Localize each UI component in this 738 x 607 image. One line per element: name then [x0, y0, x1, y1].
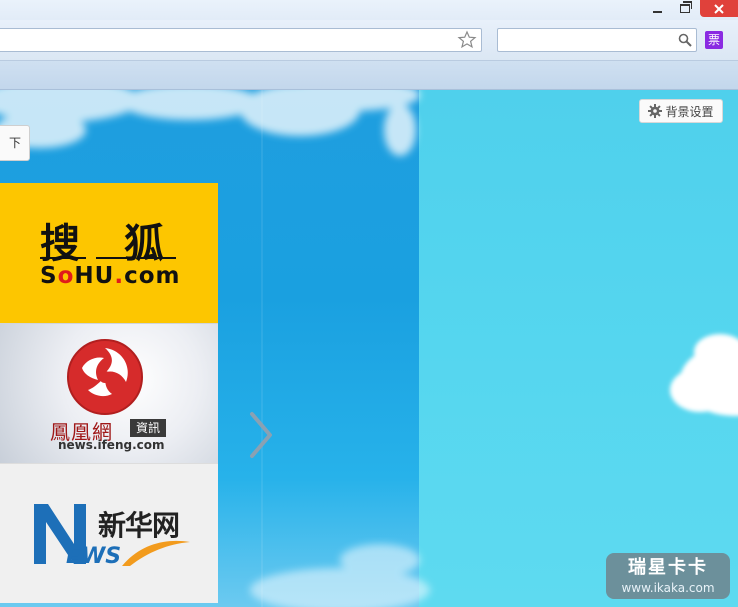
background-settings-label: 背景设置 — [665, 104, 714, 119]
ticket-icon[interactable]: 票 — [705, 31, 723, 49]
ifeng-logo-icon — [67, 339, 143, 415]
search-icon[interactable] — [678, 33, 692, 47]
navigation-bar: 票 — [0, 20, 738, 61]
watermark-title: 瑞星卡卡 — [628, 557, 708, 578]
watermark: 瑞星卡卡 www.ikaka.com — [606, 553, 730, 599]
restore-button[interactable] — [671, 0, 699, 17]
title-bar — [0, 0, 738, 20]
ifeng-badge: 資訊 — [130, 419, 166, 437]
sohu-underline-mid — [96, 257, 130, 259]
minimize-button[interactable] — [644, 0, 670, 17]
gear-icon — [648, 104, 663, 118]
chevron-right-icon[interactable] — [246, 410, 276, 460]
sohu-domain: SoHU.com — [40, 263, 181, 289]
sohu-underline-right — [140, 257, 176, 259]
minimize-icon — [652, 10, 662, 13]
xinhua-swoosh-icon — [122, 540, 190, 566]
bookmarks-bar — [0, 61, 738, 90]
sohu-logo-text: 搜狐 — [40, 220, 208, 267]
ifeng-url: news.ifeng.com — [58, 438, 165, 452]
search-input[interactable] — [502, 31, 676, 51]
tile-sohu[interactable]: 搜狐 SoHU.com — [0, 183, 218, 323]
new-tab-page: 背景设置 下 搜狐 SoHU.com 鳳凰網 資訊 news.ifeng.com — [0, 90, 738, 607]
background-settings-button[interactable]: 背景设置 — [639, 99, 723, 123]
address-bar[interactable] — [0, 28, 482, 52]
xinhua-news-text: EWS — [66, 544, 122, 569]
close-button[interactable] — [700, 0, 738, 17]
star-icon[interactable] — [457, 30, 477, 50]
search-box[interactable] — [497, 28, 697, 52]
dropdown-button[interactable]: 下 — [0, 125, 30, 161]
sohu-underline-left — [40, 257, 86, 259]
tile-ifeng[interactable]: 鳳凰網 資訊 news.ifeng.com — [0, 323, 218, 463]
watermark-url: www.ikaka.com — [621, 581, 715, 595]
browser-window: 票 背景设置 下 搜狐 SoHU.com 鳳凰網 資訊 news.ifeng.c… — [0, 0, 738, 607]
tile-xinhua[interactable]: 新华网 EWS — [0, 463, 218, 603]
restore-icon — [680, 1, 692, 13]
close-icon — [714, 3, 724, 14]
